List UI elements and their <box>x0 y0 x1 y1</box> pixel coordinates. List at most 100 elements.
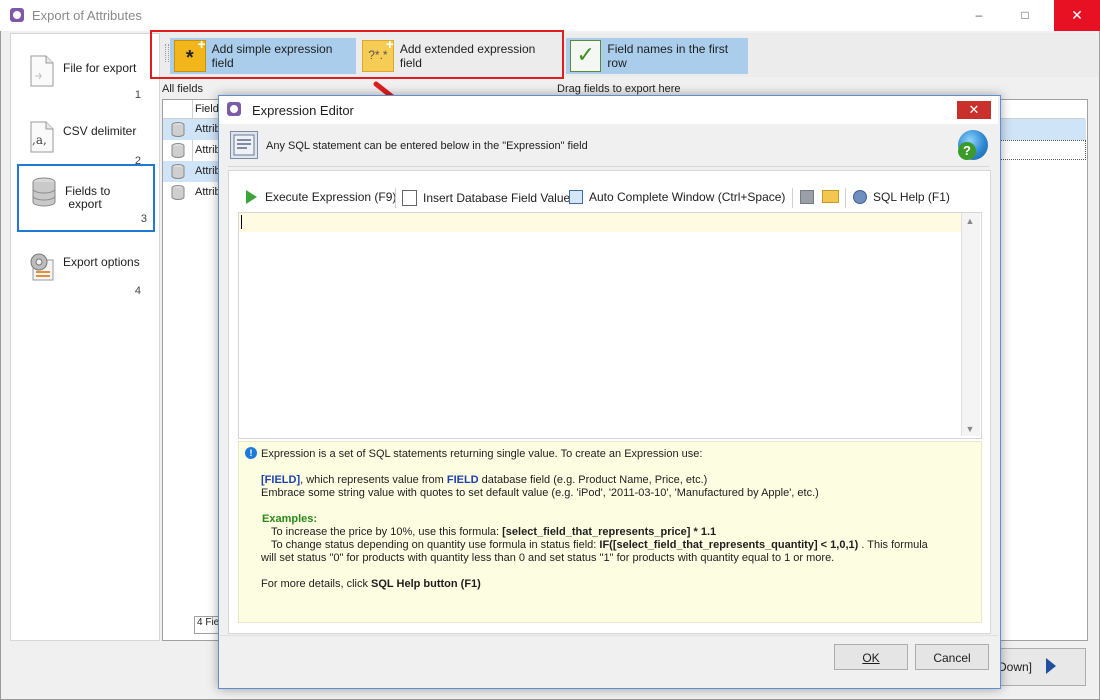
scroll-down-icon[interactable]: ▼ <box>961 424 979 434</box>
play-icon <box>246 190 257 204</box>
help-text: database field (e.g. Product Name, Price… <box>478 474 708 486</box>
nav-item-export-options[interactable]: Export options 4 <box>17 240 147 304</box>
document-icon <box>402 190 417 206</box>
formula: [select_field_that_represents_price] * 1… <box>502 526 717 538</box>
button-label: Execute Expression (F9) <box>265 190 397 204</box>
next-button-label: Down] <box>998 660 1033 674</box>
nav-label: Export options <box>63 255 140 269</box>
nav-step-number: 3 <box>140 213 147 225</box>
current-line-highlight <box>239 213 961 232</box>
help-line-more: For more details, click SQL Help button … <box>261 578 481 590</box>
all-fields-label: All fields <box>162 83 203 95</box>
info-icon: ! <box>245 447 257 459</box>
formula: IF([select_field_that_represents_quantit… <box>599 539 859 551</box>
database-field-icon <box>171 122 185 137</box>
button-label: OK <box>862 651 880 665</box>
grid-row[interactable]: Attrib <box>163 119 221 140</box>
help-text: , which represents value from <box>300 474 447 486</box>
window-title: Export of Attributes <box>32 8 142 23</box>
grid-row[interactable]: Attrib <box>163 140 221 161</box>
nav-item-file-for-export[interactable]: File for export 1 <box>17 44 147 108</box>
field-names-first-row-toggle[interactable]: ✓ Field names in the first row <box>566 38 748 74</box>
grid-cell: Attrib <box>195 123 221 135</box>
highlight-annotation-box <box>150 30 564 79</box>
insert-field-value-button[interactable]: Insert Database Field Value <box>402 190 570 206</box>
auto-complete-button[interactable]: Auto Complete Window (Ctrl+Space) <box>569 190 785 204</box>
grid-cell: Attrib <box>195 186 221 198</box>
button-label: Insert Database Field Value <box>423 191 571 205</box>
database-field-icon <box>171 143 185 158</box>
grid-cell: Attrib <box>195 165 221 177</box>
examples-title: Examples: <box>262 513 318 525</box>
folder-icon <box>822 190 839 203</box>
grid-cell: Attrib <box>195 144 221 156</box>
help-line: will set status "0" for products with qu… <box>261 552 835 564</box>
csv-icon: ,a, <box>30 121 54 153</box>
text-caret <box>241 215 242 229</box>
app-logo-icon <box>227 102 241 116</box>
open-button[interactable] <box>822 190 839 203</box>
help-line: Embrace some string value with quotes to… <box>261 487 819 499</box>
grid-row[interactable]: Attrib <box>163 161 221 182</box>
field-token: [FIELD] <box>261 474 301 486</box>
help-text: To increase the price by 10%, use this f… <box>271 526 503 538</box>
save-button[interactable] <box>800 190 814 204</box>
help-line-field: [FIELD], which represents value from FIE… <box>261 474 707 486</box>
arrow-right-icon <box>1046 658 1056 674</box>
database-icon <box>32 177 56 207</box>
sql-editor-icon <box>230 131 258 159</box>
settings-icon <box>30 253 54 281</box>
grid-header-field[interactable]: Field <box>195 103 219 115</box>
app-logo-icon <box>10 8 24 22</box>
nav-label: File for export <box>63 61 137 75</box>
help-icon <box>853 190 867 204</box>
dialog-info-text: Any SQL statement can be entered below i… <box>266 140 588 152</box>
editor-scrollbar[interactable] <box>961 213 980 436</box>
file-icon <box>30 55 54 87</box>
divider <box>219 635 998 636</box>
scroll-up-icon[interactable]: ▲ <box>961 216 979 226</box>
field-word: FIELD <box>446 474 479 486</box>
toolbar-separator <box>395 188 396 208</box>
help-line: Expression is a set of SQL statements re… <box>261 448 703 460</box>
toolbar-separator <box>792 188 793 208</box>
divider <box>228 166 989 167</box>
nav-label: Fields to export <box>65 184 111 211</box>
drag-fields-hint: Drag fields to export here <box>557 83 681 95</box>
help-text: . This formula <box>858 539 928 551</box>
svg-text:,a,: ,a, <box>32 133 47 147</box>
nav-step-number: 4 <box>134 285 141 297</box>
dialog-title: Expression Editor <box>252 103 354 118</box>
minimize-button[interactable]: – <box>964 0 994 31</box>
autocomplete-icon <box>569 190 583 204</box>
help-text: For more details, click <box>261 578 372 590</box>
sql-help-button[interactable]: SQL Help (F1) <box>853 190 950 204</box>
export-grid-focused-row[interactable] <box>998 140 1086 160</box>
close-button[interactable]: ✕ <box>1054 0 1100 31</box>
maximize-button[interactable]: □ <box>1010 0 1040 31</box>
main-titlebar <box>0 0 1098 31</box>
save-icon <box>800 190 814 204</box>
execute-expression-button[interactable]: Execute Expression (F9) <box>246 190 396 204</box>
nav-item-fields-to-export[interactable]: Fields to export 3 <box>17 164 155 232</box>
nav-step-number: 1 <box>134 89 141 101</box>
export-grid-selected-row[interactable] <box>998 119 1086 140</box>
example-line: To change status depending on quantity u… <box>271 539 928 551</box>
cancel-button[interactable]: Cancel <box>915 644 989 670</box>
help-text: To change status depending on quantity u… <box>271 539 600 551</box>
ok-button[interactable]: OK <box>834 644 908 670</box>
button-label: Field names in the first row <box>607 42 729 70</box>
question-icon: ? <box>958 142 976 160</box>
database-field-icon <box>171 164 185 179</box>
checkbox-checked-icon: ✓ <box>570 40 602 72</box>
button-label: SQL Help (F1) <box>873 190 950 204</box>
sql-help-reference: SQL Help button (F1) <box>371 578 481 590</box>
wizard-steps-nav: File for export 1 ,a, CSV delimiter 2 Fi… <box>10 33 160 641</box>
grid-row[interactable]: Attrib <box>163 182 221 203</box>
button-label: Cancel <box>933 651 971 665</box>
dialog-close-button[interactable]: ✕ <box>957 101 991 119</box>
example-line: To increase the price by 10%, use this f… <box>271 526 716 538</box>
button-label: Auto Complete Window (Ctrl+Space) <box>589 190 786 204</box>
expression-input[interactable] <box>238 212 982 439</box>
nav-label: CSV delimiter <box>63 124 137 138</box>
